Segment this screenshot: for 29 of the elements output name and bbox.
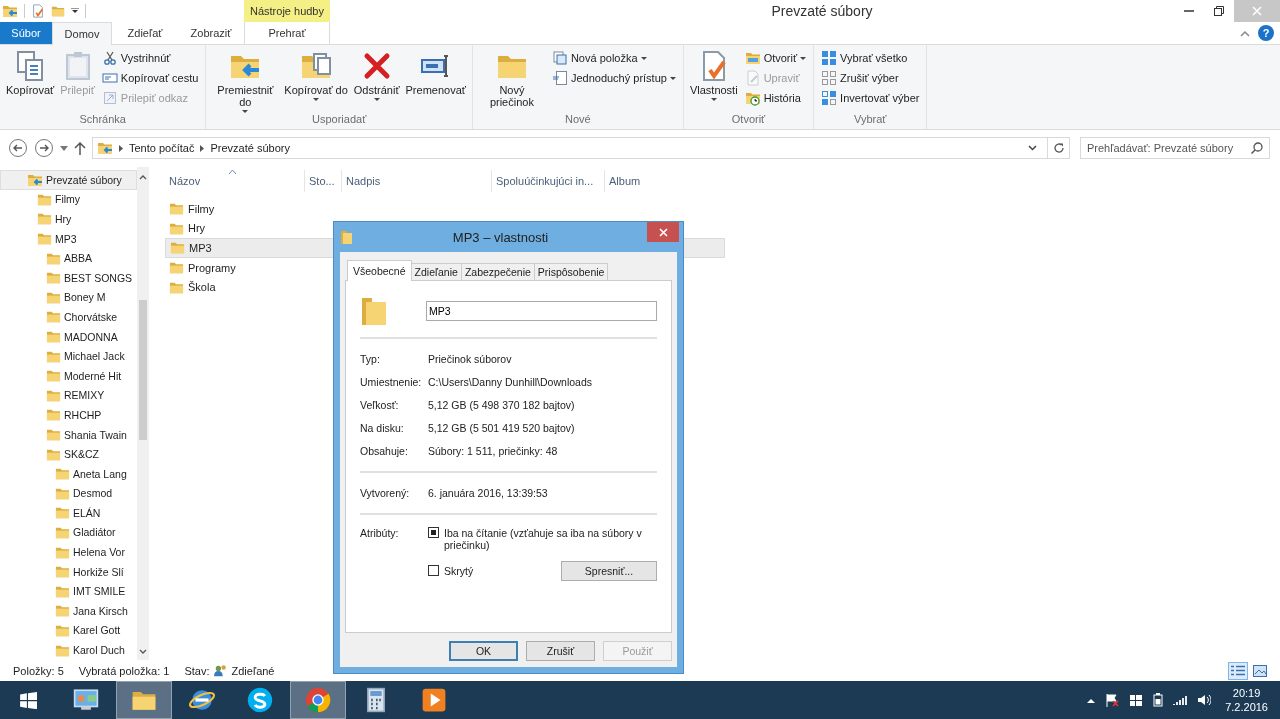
group-label: Usporiadať <box>311 112 368 126</box>
property-value: 5,12 GB (5 501 419 520 bajtov) <box>428 422 576 434</box>
window-title: Prevzaté súbory <box>770 2 874 21</box>
property-value: 6. januára 2016, 13:39:53 <box>428 487 549 499</box>
group-label: Vybrať <box>853 112 888 126</box>
dialog-title: MP3 – vlastnosti <box>451 229 550 245</box>
checkbox-label: Skrytý <box>444 565 474 577</box>
property-value: Priečinok súborov <box>428 353 513 365</box>
contextual-tab-group: Nástroje hudby <box>244 0 330 22</box>
status-text: Vybratá položka: 1 <box>78 665 170 677</box>
clock-date: 7.2.2016 <box>1225 700 1268 714</box>
property-label: Na disku: <box>360 422 405 434</box>
property-label: Obsahuje: <box>360 445 409 457</box>
clock-time: 20:19 <box>1232 686 1261 700</box>
property-label: Veľkosť: <box>360 399 400 411</box>
property-value: C:\Users\Danny Dunhill\Downloads <box>428 376 593 388</box>
group-label: Nové <box>564 112 592 126</box>
property-label: Atribúty: <box>360 527 400 541</box>
status-text: Položky: 5 <box>13 665 64 677</box>
status-label: Stav: <box>184 665 210 677</box>
property-label: Typ: <box>360 353 381 365</box>
property-value: Súbory: 1 511, priečinky: 48 <box>428 445 559 457</box>
property-label: Vytvorený: <box>360 487 411 499</box>
group-label: Schránka <box>78 112 127 126</box>
property-label: Umiestnenie: <box>360 376 423 388</box>
group-label: Otvoriť <box>730 112 767 126</box>
status-value: Zdieľané <box>231 665 275 677</box>
checkbox-label: Iba na čítanie (vzťahuje sa iba na súbory v priečinku) <box>444 527 643 551</box>
property-value: 5,12 GB (5 498 370 182 bajtov) <box>428 399 576 411</box>
